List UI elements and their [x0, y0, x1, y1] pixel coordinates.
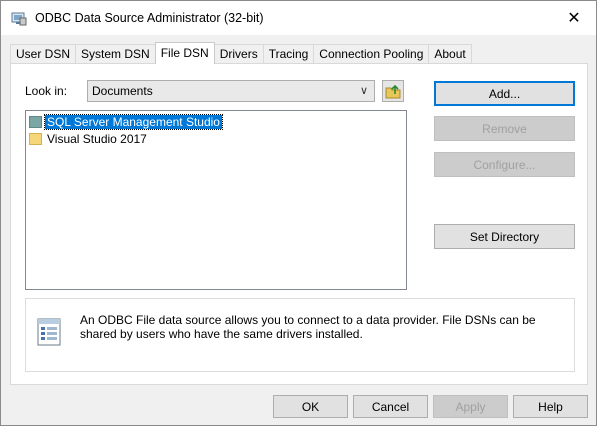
cancel-button[interactable]: Cancel	[353, 395, 428, 418]
tab-user-dsn[interactable]: User DSN	[10, 44, 77, 64]
add-button-label: Add...	[488, 86, 521, 101]
list-item[interactable]: Visual Studio 2017	[29, 131, 149, 147]
info-description: An ODBC File data source allows you to c…	[80, 313, 536, 341]
set-directory-button[interactable]: Set Directory	[434, 224, 575, 249]
list-item[interactable]: SQL Server Management Studio	[29, 114, 223, 130]
odbc-admin-icon	[11, 10, 27, 26]
help-button-label: Help	[538, 399, 563, 414]
apply-button[interactable]: Apply	[433, 395, 508, 418]
odbc-admin-window: ODBC Data Source Administrator (32-bit) …	[0, 0, 597, 426]
close-icon: ✕	[567, 10, 581, 27]
up-folder-icon	[385, 84, 401, 99]
look-in-dropdown[interactable]: Documents ∨	[87, 80, 375, 102]
file-dsn-panel: Look in: Documents ∨ SQL Server Manageme…	[10, 63, 588, 385]
tab-tracing[interactable]: Tracing	[262, 44, 315, 64]
close-button[interactable]: ✕	[552, 1, 596, 35]
ok-button[interactable]: OK	[273, 395, 348, 418]
help-button[interactable]: Help	[513, 395, 588, 418]
info-box: An ODBC File data source allows you to c…	[25, 298, 575, 372]
title-bar: ODBC Data Source Administrator (32-bit) …	[1, 1, 596, 35]
look-in-label: Look in:	[25, 84, 68, 98]
chevron-down-icon: ∨	[359, 85, 368, 97]
remove-button[interactable]: Remove	[434, 116, 575, 141]
look-in-value: Documents	[92, 84, 153, 98]
ok-button-label: OK	[301, 399, 320, 414]
data-source-icon	[36, 317, 66, 349]
tab-file-dsn[interactable]: File DSN	[154, 42, 215, 64]
folder-icon	[29, 116, 42, 128]
cancel-button-label: Cancel	[371, 399, 410, 414]
file-dsn-list[interactable]: SQL Server Management Studio Visual Stud…	[25, 110, 407, 290]
list-item-label: SQL Server Management Studio	[44, 114, 223, 130]
configure-button-label: Configure...	[473, 157, 536, 172]
window-title: ODBC Data Source Administrator (32-bit)	[35, 11, 264, 25]
tab-about[interactable]: About	[428, 44, 472, 64]
list-item-label: Visual Studio 2017	[47, 132, 147, 146]
tab-drivers[interactable]: Drivers	[213, 44, 264, 64]
set-directory-button-label: Set Directory	[469, 229, 540, 244]
tab-system-dsn[interactable]: System DSN	[75, 44, 156, 64]
configure-button[interactable]: Configure...	[434, 152, 575, 177]
tab-connection-pooling[interactable]: Connection Pooling	[313, 44, 430, 64]
apply-button-label: Apply	[455, 399, 486, 414]
remove-button-label: Remove	[482, 121, 527, 136]
up-folder-button[interactable]	[382, 80, 404, 102]
add-button[interactable]: Add...	[434, 81, 575, 106]
folder-icon	[29, 133, 42, 145]
tab-bar: User DSN System DSN File DSN Drivers Tra…	[10, 42, 472, 64]
